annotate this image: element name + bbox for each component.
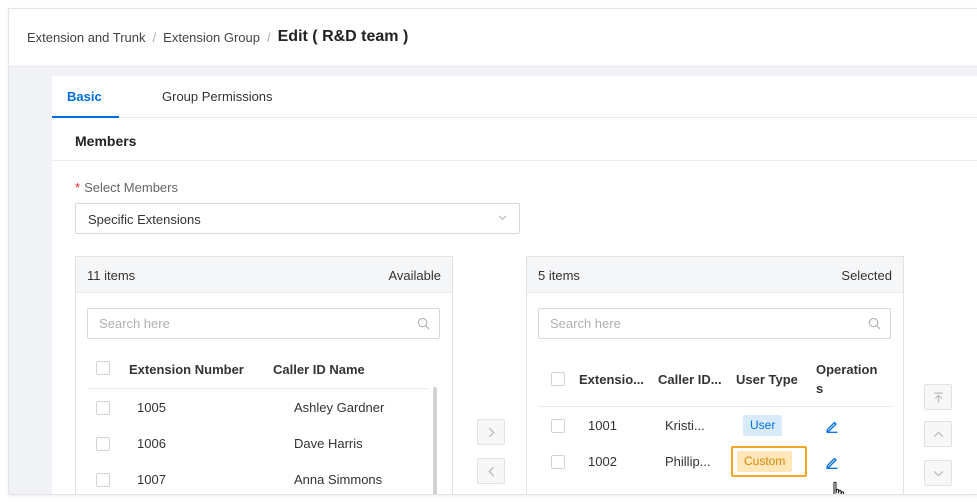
selected-table-header: Extensio... Caller ID... User Type Opera…: [538, 349, 891, 407]
available-panel-header: 11 items Available: [76, 257, 452, 293]
row-checkbox[interactable]: [96, 401, 110, 415]
required-mark: *: [75, 180, 81, 195]
select-all-checkbox[interactable]: [96, 361, 110, 375]
move-to-top-button[interactable]: [924, 384, 952, 410]
arrow-to-top-icon: [933, 391, 943, 402]
move-up-button[interactable]: [924, 421, 952, 447]
selected-panel-header: 5 items Selected: [527, 257, 903, 293]
edit-group-card: Basic Group Permissions Members * Select …: [52, 76, 977, 494]
row-checkbox[interactable]: [551, 455, 565, 469]
edit-icon[interactable]: [825, 419, 839, 433]
section-title-members: Members: [75, 133, 137, 149]
highlight-box: [731, 446, 807, 477]
search-icon: [417, 317, 430, 330]
caller-id-name: Phillip...: [665, 454, 711, 469]
selected-search-input[interactable]: [539, 309, 890, 338]
extension-number: 1001: [588, 418, 617, 433]
tab-group-permissions[interactable]: Group Permissions: [162, 89, 273, 104]
available-count: 11 items: [87, 268, 136, 283]
caller-id-name: Kristi...: [665, 418, 705, 433]
available-search[interactable]: [87, 308, 440, 339]
app-frame: Extension and Trunk / Extension Group / …: [8, 8, 977, 495]
chevron-left-icon: [487, 466, 494, 476]
active-tab-indicator: [52, 116, 119, 118]
selected-title: Selected: [841, 268, 892, 283]
extension-number: 1007: [137, 472, 166, 487]
move-left-button[interactable]: [477, 458, 505, 484]
available-panel: 11 items Available Extension Number Call…: [75, 256, 453, 494]
available-title: Available: [388, 268, 441, 283]
table-row[interactable]: 1005 Ashley Gardner: [87, 390, 428, 426]
select-members-label-text: Select Members: [84, 180, 178, 195]
chevron-down-icon: [933, 470, 943, 477]
chevron-right-icon: [488, 427, 495, 437]
row-checkbox[interactable]: [96, 473, 110, 487]
selected-count: 5 items: [538, 268, 580, 283]
selected-search[interactable]: [538, 308, 891, 339]
column-header-user-type: User Type: [736, 372, 798, 387]
extension-number: 1005: [137, 400, 166, 415]
extension-number: 1006: [137, 436, 166, 451]
move-right-button[interactable]: [477, 419, 505, 445]
search-icon: [868, 317, 881, 330]
caller-id-name: Anna Simmons: [294, 472, 383, 487]
breadcrumb-extension-group[interactable]: Extension Group: [163, 30, 260, 45]
breadcrumb-separator: /: [152, 29, 157, 45]
tab-bar: Basic Group Permissions: [52, 76, 977, 118]
caller-id-name: Dave Harris: [294, 436, 363, 451]
edit-icon[interactable]: [825, 455, 839, 469]
row-checkbox[interactable]: [551, 419, 565, 433]
breadcrumb-separator: /: [267, 29, 271, 45]
column-header-operation-wrap: s: [816, 381, 824, 396]
tab-basic[interactable]: Basic: [67, 89, 102, 104]
chevron-up-icon: [933, 430, 943, 437]
scrollbar-thumb[interactable]: [433, 387, 437, 494]
breadcrumb: Extension and Trunk / Extension Group / …: [27, 28, 408, 46]
header-bar: Extension and Trunk / Extension Group / …: [9, 9, 977, 67]
select-all-checkbox[interactable]: [551, 372, 565, 386]
table-row[interactable]: 1001 Kristi... User: [538, 408, 891, 444]
page-title: Edit ( R&D team ): [277, 28, 409, 45]
column-header-extension: Extensio...: [579, 372, 645, 387]
table-row[interactable]: 1002 Phillip... Custom: [538, 444, 891, 480]
column-header-operation: Operation: [816, 362, 878, 377]
row-checkbox[interactable]: [96, 437, 110, 451]
select-members-label: * Select Members: [75, 180, 178, 195]
selected-panel: 5 items Selected Extensio... Caller ID..…: [526, 256, 904, 494]
section-divider: [52, 160, 977, 161]
column-header-caller-id-name: Caller ID Name: [273, 362, 365, 377]
hand-pointer-icon: [833, 481, 845, 494]
select-members-value: Specific Extensions: [88, 212, 201, 227]
available-table-header: Extension Number Caller ID Name: [87, 349, 428, 389]
table-row[interactable]: 1006 Dave Harris: [87, 426, 428, 462]
table-row[interactable]: 1007 Anna Simmons: [87, 462, 428, 494]
column-header-extension-number: Extension Number: [129, 362, 244, 377]
chevron-down-icon: [498, 215, 507, 221]
column-header-caller-id: Caller ID...: [658, 372, 722, 387]
select-members-dropdown[interactable]: Specific Extensions: [75, 203, 520, 234]
extension-number: 1002: [588, 454, 617, 469]
available-search-input[interactable]: [88, 309, 439, 338]
caller-id-name: Ashley Gardner: [294, 400, 385, 415]
move-down-button[interactable]: [924, 460, 952, 486]
breadcrumb-extension-and-trunk[interactable]: Extension and Trunk: [27, 30, 146, 45]
user-type-badge: User: [743, 415, 783, 436]
